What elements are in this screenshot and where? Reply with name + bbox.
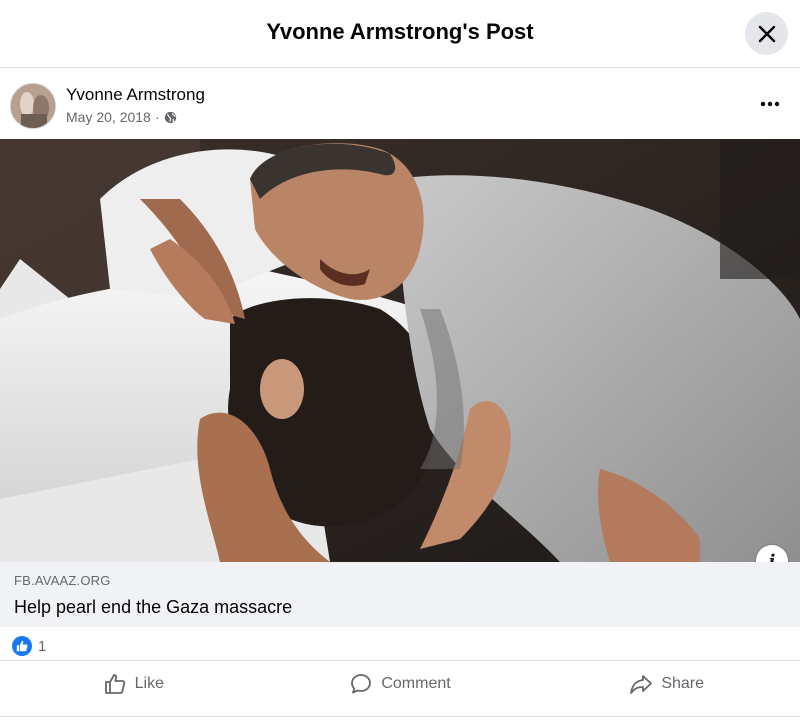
comment-label: Comment — [381, 674, 451, 692]
divider — [0, 716, 800, 717]
post-meta: May 20, 2018 · — [66, 109, 177, 125]
close-icon — [758, 25, 775, 42]
comment-icon — [351, 673, 372, 693]
meta-separator: · — [154, 109, 160, 125]
like-label: Like — [134, 674, 165, 692]
ellipsis-icon — [760, 101, 780, 107]
share-label: Share — [661, 674, 705, 692]
reaction-summary[interactable]: 1 — [12, 636, 46, 656]
reaction-count: 1 — [38, 637, 47, 655]
link-title: Help pearl end the Gaza massacre — [14, 597, 293, 617]
post-date[interactable]: May 20, 2018 — [66, 109, 151, 125]
globe-icon[interactable] — [164, 111, 177, 124]
info-icon: i — [768, 550, 776, 563]
like-reaction-icon — [12, 636, 32, 656]
like-button[interactable]: Like — [0, 664, 267, 704]
comment-button[interactable]: Comment — [267, 664, 534, 704]
close-button[interactable] — [745, 12, 788, 55]
author-name[interactable]: Yvonne Armstrong — [66, 85, 205, 105]
share-icon — [630, 674, 653, 694]
share-button[interactable]: Share — [533, 664, 800, 704]
thumbs-up-icon — [104, 673, 125, 694]
avatar[interactable] — [10, 83, 56, 129]
more-options-button[interactable] — [752, 90, 788, 118]
link-preview[interactable]: FB.AVAAZ.ORG Help pearl end the Gaza mas… — [0, 562, 800, 627]
link-domain: FB.AVAAZ.ORG — [14, 573, 111, 588]
dialog-title: Yvonne Armstrong's Post — [266, 19, 534, 44]
post-dialog-header: Yvonne Armstrong's Post — [0, 0, 800, 68]
post-photo[interactable]: i — [0, 139, 800, 562]
post-actions: Like Comment Share — [0, 660, 800, 706]
